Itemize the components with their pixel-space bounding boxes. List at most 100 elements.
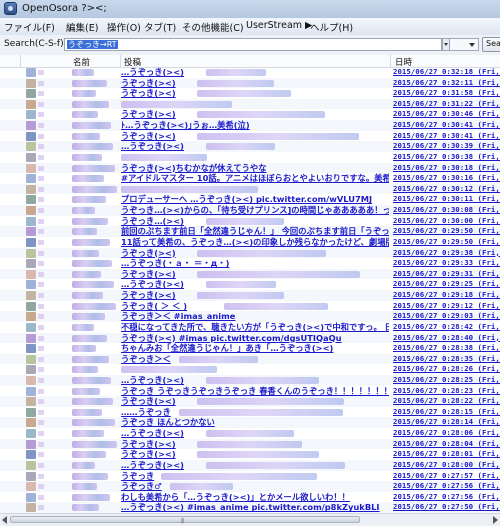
table-row[interactable]: #アイドルマスター 10話。アニメはほぼらおとやよいおりですな。美希が奇宮小町に… xyxy=(0,173,500,184)
table-row[interactable]: うぞっき(><)2015/06/27 0:28:04 (Fri, 26 Jun … xyxy=(0,438,500,450)
avatar[interactable] xyxy=(26,301,36,311)
post-timestamp[interactable]: 2015/06/27 0:32:11 (Fri, 26 Jun 2015 15:… xyxy=(393,78,500,89)
post-timestamp[interactable]: 2015/06/27 0:30:11 (Fri, 26 Jun 2015 15:… xyxy=(393,194,500,205)
user-name-redacted[interactable] xyxy=(72,419,115,427)
user-name-redacted[interactable] xyxy=(72,504,99,512)
user-name-redacted[interactable] xyxy=(72,207,95,215)
post-timestamp[interactable]: 2015/06/27 0:28:00 (Fri, 26 Jun 2015 15:… xyxy=(393,460,500,471)
user-name-redacted[interactable] xyxy=(72,164,115,172)
post-timestamp[interactable]: 2015/06/27 0:28:38 (Fri, 26 Jun 2015 15:… xyxy=(393,343,500,354)
user-name-redacted[interactable] xyxy=(72,260,112,268)
post-timestamp[interactable]: 2015/06/27 0:29:18 (Fri, 26 Jun 2015 15:… xyxy=(393,290,500,301)
avatar[interactable] xyxy=(26,344,36,354)
search-input[interactable]: うぞっき→RT xyxy=(64,38,442,51)
post-text[interactable]: プロデューサーへ …うぞっき(><) pic.twitter.com/wVLU7… xyxy=(121,194,389,205)
user-name-redacted[interactable] xyxy=(72,387,100,395)
table-row[interactable]: 11話って美希の、うぞっき…(><)の印象しか残らなかったけど、劇場版という… 2… xyxy=(0,237,500,248)
user-name-redacted[interactable] xyxy=(72,302,116,310)
post-timestamp[interactable]: 2015/06/27 0:27:56 (Fri, 26 Jun 2015 15:… xyxy=(393,481,500,492)
avatar[interactable] xyxy=(26,78,36,88)
post-timestamp[interactable]: 2015/06/27 0:28:26 (Fri, 26 Jun 2015 15:… xyxy=(393,364,500,375)
table-row[interactable]: うぞっき(><)2015/06/27 0:29:31 (Fri, 26 Jun … xyxy=(0,268,500,280)
post-timestamp[interactable]: 2015/06/27 0:28:35 (Fri, 26 Jun 2015 15:… xyxy=(393,354,500,365)
avatar[interactable] xyxy=(26,482,36,492)
post-timestamp[interactable]: 2015/06/27 0:30:00 (Fri, 26 Jun 2015 15:… xyxy=(393,216,500,227)
search-mode-select[interactable] xyxy=(449,38,479,51)
post-text[interactable]: …うぞっき(・ａ・ ＝・д・) xyxy=(121,258,389,269)
post-timestamp[interactable]: 2015/06/27 0:29:25 (Fri, 26 Jun 2015 15:… xyxy=(393,279,500,290)
post-text[interactable]: 11話って美希の、うぞっき…(><)の印象しか残らなかったけど、劇場版という… xyxy=(121,237,389,248)
post-timestamp[interactable]: 2015/06/27 0:30:39 (Fri, 26 Jun 2015 15:… xyxy=(393,141,500,152)
post-text[interactable]: わしも美希から「…うぞっき(><)」とかメール欲しいわ！！ xyxy=(121,492,389,503)
table-row[interactable]: うぞっき(><)2015/06/27 0:29:18 (Fri, 26 Jun … xyxy=(0,290,500,301)
avatar[interactable] xyxy=(26,503,36,513)
table-row[interactable]: 2015/06/27 0:28:26 (Fri, 26 Jun 2015 15:… xyxy=(0,364,500,375)
table-row[interactable]: …うぞっき(><)2015/06/27 0:30:39 (Fri, 26 Jun… xyxy=(0,141,500,152)
user-name-redacted[interactable] xyxy=(72,430,104,438)
table-row[interactable]: うぞっき うぞっきうぞっきうぞっき 春香くんのうぞっき！！！！！！！！！！（抵…… xyxy=(0,386,500,397)
column-separator[interactable] xyxy=(120,55,121,67)
avatar[interactable] xyxy=(26,460,36,470)
table-row[interactable]: …うぞっき(><)2015/06/27 0:32:18 (Fri, 26 Jun… xyxy=(0,67,500,78)
post-timestamp[interactable]: 2015/06/27 0:30:18 (Fri, 26 Jun 2015 15:… xyxy=(393,163,500,174)
table-row[interactable]: プロデューサーへ …うぞっき(><) pic.twitter.com/wVLU7… xyxy=(0,194,500,205)
user-name-redacted[interactable] xyxy=(72,323,94,331)
avatar[interactable] xyxy=(26,450,36,460)
table-row[interactable]: うぞっき( ＞ ＜ )2015/06/27 0:29:12 (Fri, 26 J… xyxy=(0,301,500,312)
avatar[interactable] xyxy=(26,407,36,417)
table-row[interactable]: …うぞっき(><)2015/06/27 0:28:06 (Fri, 26 Jun… xyxy=(0,428,500,439)
table-row[interactable]: うぞっき(><)2015/06/27 0:28:22 (Fri, 26 Jun … xyxy=(0,396,500,407)
post-timestamp[interactable]: 2015/06/27 0:29:03 (Fri, 26 Jun 2015 15:… xyxy=(393,311,500,322)
avatar[interactable] xyxy=(26,269,36,279)
table-row[interactable]: うぞっき＞＜2015/06/27 0:28:35 (Fri, 26 Jun 20… xyxy=(0,353,500,365)
user-name-redacted[interactable] xyxy=(72,281,114,289)
table-row[interactable]: うぞっき(><) #imas pic.twitter.com/dgsUTIQaQ… xyxy=(0,332,500,344)
post-timestamp[interactable]: 2015/06/27 0:29:12 (Fri, 26 Jun 2015 15:… xyxy=(393,301,500,312)
avatar[interactable] xyxy=(26,248,36,258)
avatar[interactable] xyxy=(26,216,36,226)
table-row[interactable]: うぞっき(><)2015/06/27 0:28:01 (Fri, 26 Jun … xyxy=(0,449,500,460)
post-text[interactable]: うぞっき ほんとつかない xyxy=(121,417,389,428)
user-name-redacted[interactable] xyxy=(72,100,109,108)
avatar[interactable] xyxy=(26,121,36,131)
user-name-redacted[interactable] xyxy=(72,111,98,119)
menu-file[interactable]: ファイル(F) xyxy=(4,20,55,34)
table-row[interactable]: わしも美希から「…うぞっき(><)」とかメール欲しいわ！！ 2015/06/27 … xyxy=(0,492,500,503)
table-row[interactable]: うぞっき(><)ちむかなが休えてうやな 2015/06/27 0:30:18 (F… xyxy=(0,162,500,174)
post-timestamp[interactable]: 2015/06/27 0:30:38 (Fri, 26 Jun 2015 15:… xyxy=(393,152,500,163)
avatar[interactable] xyxy=(26,439,36,449)
avatar[interactable] xyxy=(26,397,36,407)
avatar[interactable] xyxy=(26,142,36,152)
user-name-redacted[interactable] xyxy=(72,228,97,236)
post-timestamp[interactable]: 2015/06/27 0:31:58 (Fri, 26 Jun 2015 15:… xyxy=(393,88,500,99)
post-timestamp[interactable]: 2015/06/27 0:30:46 (Fri, 26 Jun 2015 15:… xyxy=(393,109,500,120)
user-name-redacted[interactable] xyxy=(72,345,96,353)
post-timestamp[interactable]: 2015/06/27 0:30:12 (Fri, 26 Jun 2015 15:… xyxy=(393,184,500,195)
post-text[interactable]: うぞっき＞＜ #imas_anime xyxy=(121,311,389,322)
table-row[interactable]: うぞっき(><)2015/06/27 0:31:58 (Fri, 26 Jun … xyxy=(0,88,500,99)
table-row[interactable]: …うぞっき(><)2015/06/27 0:28:00 (Fri, 26 Jun… xyxy=(0,459,500,471)
post-timestamp[interactable]: 2015/06/27 0:30:08 (Fri, 26 Jun 2015 15:… xyxy=(393,205,500,216)
post-timestamp[interactable]: 2015/06/27 0:27:57 (Fri, 26 Jun 2015 15:… xyxy=(393,471,500,482)
table-row[interactable]: …うぞっき(><) #imas_anime pic.twitter.com/p8… xyxy=(0,502,500,513)
avatar[interactable] xyxy=(26,333,36,343)
avatar[interactable] xyxy=(26,195,36,205)
post-text[interactable]: 前回のぷちます前日「全然違うじゃん！」 今回のぷちます前日「うぞっき(><)… xyxy=(121,226,389,237)
user-name-redacted[interactable] xyxy=(72,270,101,278)
table-row[interactable]: 2015/06/27 0:30:38 (Fri, 26 Jun 2015 15:… xyxy=(0,152,500,163)
post-text[interactable]: ちゃんみお「全然違うじゃん！」あき「…うぞっき(><) xyxy=(121,343,389,354)
post-timestamp[interactable]: 2015/06/27 0:28:04 (Fri, 26 Jun 2015 15:… xyxy=(393,439,500,450)
user-name-redacted[interactable] xyxy=(72,366,98,374)
post-timestamp[interactable]: 2015/06/27 0:28:22 (Fri, 26 Jun 2015 15:… xyxy=(393,396,500,407)
user-name-redacted[interactable] xyxy=(72,334,107,342)
avatar[interactable] xyxy=(26,259,36,269)
table-row[interactable]: うぞっき…(><)2015/06/27 0:30:00 (Fri, 26 Jun… xyxy=(0,216,500,227)
user-name-redacted[interactable] xyxy=(72,408,102,416)
column-separator[interactable] xyxy=(390,55,391,67)
post-timestamp[interactable]: 2015/06/27 0:29:38 (Fri, 26 Jun 2015 15:… xyxy=(393,248,500,259)
avatar[interactable] xyxy=(26,184,36,194)
post-text[interactable]: うぞっき…(><)からの、「待ち受けプリンス]の時間じゃあああああ！っで聴けかっ… xyxy=(121,205,389,216)
avatar[interactable] xyxy=(26,386,36,396)
menu-other[interactable]: その他機能(C) xyxy=(182,20,244,34)
avatar[interactable] xyxy=(26,418,36,428)
